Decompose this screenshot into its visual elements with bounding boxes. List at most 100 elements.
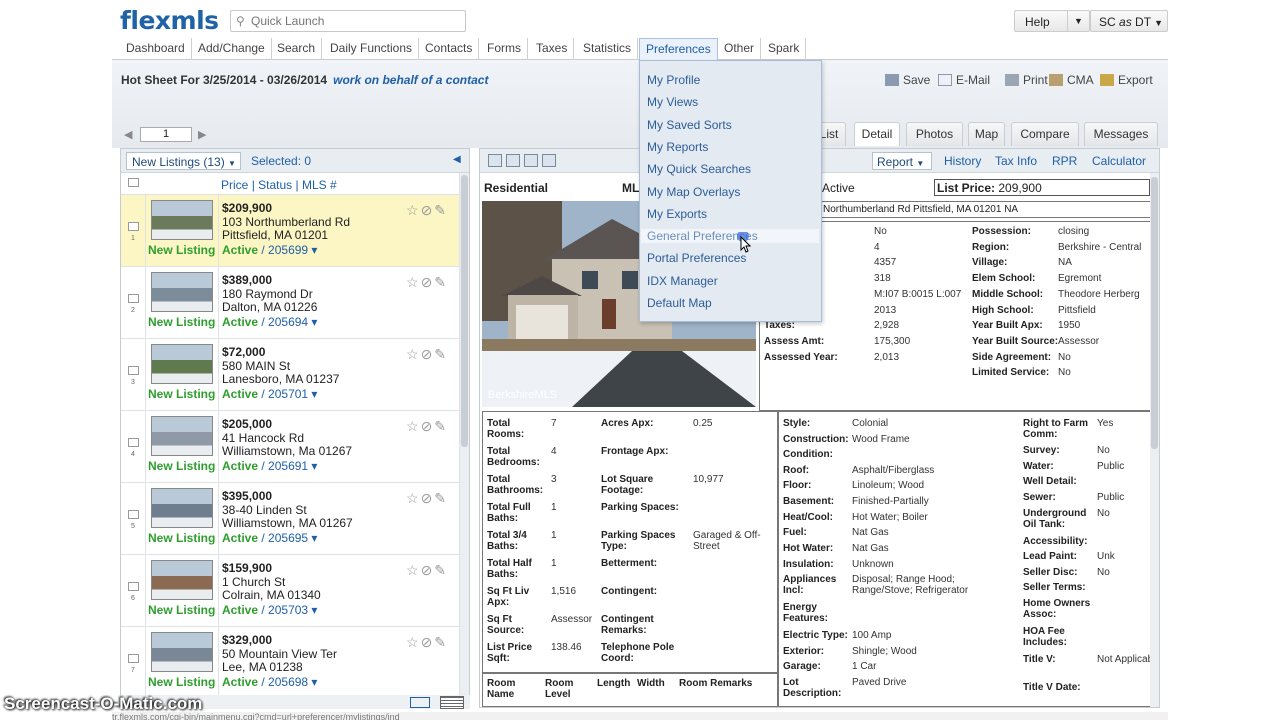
prev-page-icon[interactable]: ◀ (124, 128, 132, 141)
listing-thumbnail[interactable] (151, 272, 213, 312)
sort-mls[interactable]: MLS # (302, 178, 337, 192)
nav-search[interactable]: Search (271, 38, 323, 60)
chevron-down-icon[interactable]: ▾ (308, 675, 317, 689)
listing-row[interactable]: 4 New Listing $205,000 41 Hancock Rd William… (121, 411, 459, 483)
cma-button[interactable]: CMA (1049, 73, 1094, 87)
menu-item-my-map-overlays[interactable]: My Map Overlays (647, 185, 740, 199)
scrollbar-thumb[interactable] (1151, 177, 1158, 449)
menu-item-my-quick-searches[interactable]: My Quick Searches (647, 162, 751, 176)
mls-number-link[interactable]: 205695 (268, 531, 308, 545)
star-icon[interactable]: ☆ (406, 418, 419, 435)
mls-number-link[interactable]: 205698 (268, 675, 308, 689)
star-icon[interactable]: ☆ (406, 346, 419, 363)
edit-note-icon[interactable]: ✎ (434, 562, 446, 579)
quick-launch-search[interactable]: ⚲ (230, 10, 466, 32)
reject-icon[interactable]: ⊘ (421, 274, 433, 291)
mls-number-link[interactable]: 205701 (268, 387, 308, 401)
edit-note-icon[interactable]: ✎ (434, 346, 446, 363)
nav-taxes[interactable]: Taxes (530, 38, 575, 60)
edit-note-icon[interactable]: ✎ (434, 274, 446, 291)
mls-number-link[interactable]: 205703 (268, 603, 308, 617)
listing-checkbox[interactable] (128, 654, 139, 663)
listing-checkbox[interactable] (128, 582, 139, 591)
star-icon[interactable]: ☆ (406, 202, 419, 219)
menu-item-general-preferences[interactable]: General Preferences (641, 229, 819, 244)
reject-icon[interactable]: ⊘ (421, 562, 433, 579)
tab-map[interactable]: Map (968, 122, 1005, 146)
nav-statistics[interactable]: Statistics (577, 38, 639, 60)
edit-note-icon[interactable]: ✎ (434, 490, 446, 507)
menu-item-my-saved-sorts[interactable]: My Saved Sorts (647, 118, 732, 132)
menu-item-my-views[interactable]: My Views (647, 95, 698, 109)
mls-number-link[interactable]: 205699 (268, 243, 308, 257)
reject-icon[interactable]: ⊘ (421, 346, 433, 363)
menu-item-my-reports[interactable]: My Reports (647, 140, 708, 154)
nav-spark[interactable]: Spark (762, 38, 807, 60)
edit-note-icon[interactable]: ✎ (434, 418, 446, 435)
expand-icon[interactable] (488, 154, 502, 167)
tab-photos[interactable]: Photos (906, 122, 963, 146)
sort-status[interactable]: Status (258, 178, 292, 192)
listing-thumbnail[interactable] (151, 632, 213, 672)
nav-daily-functions[interactable]: Daily Functions (324, 38, 420, 60)
chevron-down-icon[interactable]: ▾ (308, 315, 317, 329)
mls-number-link[interactable]: 205691 (268, 459, 308, 473)
tab-detail[interactable]: Detail (854, 122, 900, 146)
nav-preferences[interactable]: Preferences (639, 38, 718, 61)
chevron-down-icon[interactable]: ▾ (308, 243, 317, 257)
chevron-down-icon[interactable]: ▾ (308, 603, 317, 617)
menu-item-default-map[interactable]: Default Map (647, 296, 712, 310)
calendar-icon[interactable] (524, 154, 538, 167)
listing-checkbox[interactable] (128, 222, 139, 231)
star-icon[interactable]: ☆ (406, 490, 419, 507)
menu-item-my-profile[interactable]: My Profile (647, 73, 700, 87)
nav-add-change[interactable]: Add/Change (192, 38, 272, 60)
page-input[interactable]: 1 (140, 127, 192, 142)
user-menu-button[interactable]: SC as DT ▼ (1090, 10, 1168, 32)
export-button[interactable]: Export (1100, 73, 1153, 87)
menu-item-portal-preferences[interactable]: Portal Preferences (647, 251, 746, 265)
listing-row[interactable]: 7 New Listing $329,000 50 Mountain View Ter… (121, 627, 459, 699)
select-all-checkbox[interactable] (128, 178, 139, 187)
nav-contacts[interactable]: Contacts (419, 38, 480, 60)
detail-scrollbar[interactable] (1150, 173, 1159, 707)
star-icon[interactable]: ☆ (406, 274, 419, 291)
edit-note-icon[interactable]: ✎ (434, 634, 446, 651)
nav-dashboard[interactable]: Dashboard (120, 38, 192, 60)
quick-launch-input[interactable] (251, 14, 461, 28)
star-icon[interactable]: ☆ (406, 634, 419, 651)
listing-row[interactable]: 5 New Listing $395,000 38-40 Linden St Willi… (121, 483, 459, 555)
flexmls-logo[interactable]: flexmls (120, 6, 219, 35)
listing-scrollbar[interactable] (459, 173, 469, 707)
nav-other[interactable]: Other (718, 38, 762, 60)
save-button[interactable]: Save (885, 73, 930, 87)
nav-forms[interactable]: Forms (481, 38, 528, 60)
menu-item-my-exports[interactable]: My Exports (647, 207, 707, 221)
chevron-down-icon[interactable]: ▾ (308, 387, 317, 401)
history-link[interactable]: History (944, 154, 981, 168)
next-page-icon[interactable]: ▶ (198, 128, 206, 141)
menu-item-idx-manager[interactable]: IDX Manager (647, 274, 718, 288)
chevron-down-icon[interactable]: ▾ (308, 531, 317, 545)
view-select[interactable]: New Listings (13) ▼ (126, 152, 241, 170)
sort-price[interactable]: Price (221, 178, 248, 192)
tab-compare[interactable]: Compare (1011, 122, 1079, 146)
listing-checkbox[interactable] (128, 438, 139, 447)
star-icon[interactable]: ☆ (406, 562, 419, 579)
reject-icon[interactable]: ⊘ (421, 418, 433, 435)
listing-checkbox[interactable] (128, 366, 139, 375)
listing-thumbnail[interactable] (151, 200, 213, 240)
email-button[interactable]: E-Mail (938, 73, 990, 87)
thumbnail-view-icon[interactable] (410, 697, 430, 708)
listing-thumbnail[interactable] (151, 560, 213, 600)
listing-thumbnail[interactable] (151, 488, 213, 528)
note-icon[interactable] (542, 154, 556, 167)
listing-row[interactable]: 2 New Listing $389,000 180 Raymond Dr Dalton… (121, 267, 459, 339)
scrollbar-thumb[interactable] (461, 175, 468, 447)
calculator-link[interactable]: Calculator (1092, 154, 1146, 168)
listing-row[interactable]: 6 New Listing $159,900 1 Church St Colrain, … (121, 555, 459, 627)
listing-thumbnail[interactable] (151, 416, 213, 456)
tax-info-link[interactable]: Tax Info (995, 154, 1037, 168)
reject-icon[interactable]: ⊘ (421, 202, 433, 219)
work-on-behalf-link[interactable]: work on behalf of a contact (333, 73, 488, 87)
